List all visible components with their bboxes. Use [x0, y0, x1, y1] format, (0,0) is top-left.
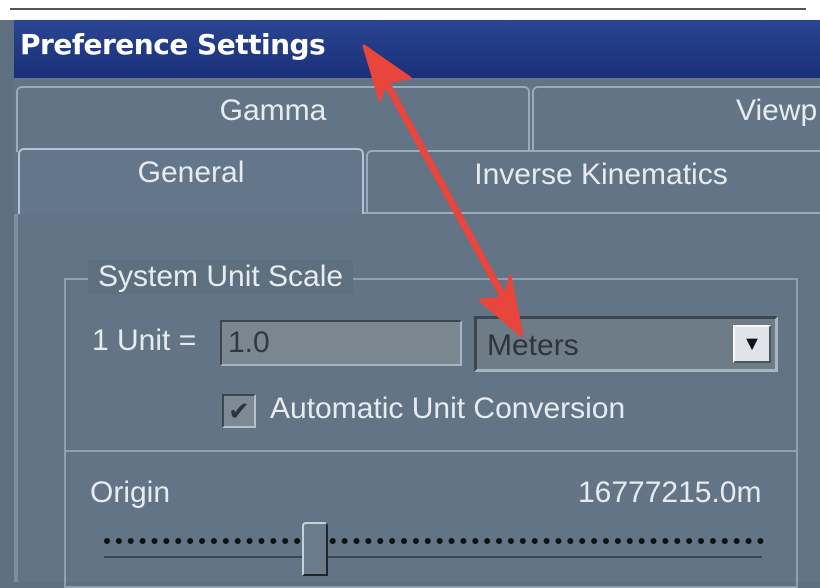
origin-slider-track[interactable] — [104, 538, 764, 544]
unit-type-value: Meters — [487, 329, 579, 362]
system-unit-scale-label: System Unit Scale — [88, 260, 354, 294]
tab-gamma[interactable]: Gamma — [16, 86, 530, 152]
tab-general-label: General — [137, 156, 245, 189]
window-title: Preference Settings — [20, 28, 326, 61]
group-separator — [64, 450, 798, 452]
unit-label: 1 Unit = — [92, 324, 197, 357]
top-strip — [0, 0, 820, 20]
chevron-down-icon[interactable]: ▼ — [733, 325, 771, 363]
tab-viewport-label: Viewp — [736, 94, 818, 127]
unit-type-select[interactable]: Meters ▼ — [474, 316, 778, 372]
check-icon: ✔ — [228, 396, 250, 426]
tab-viewport[interactable]: Viewp — [532, 86, 820, 152]
origin-slider-thumb[interactable] — [302, 522, 328, 576]
unit-scale-input[interactable]: 1.0 — [220, 320, 462, 366]
tab-general[interactable]: General — [18, 148, 364, 214]
panel-left-edge — [14, 214, 18, 582]
tab-baseline — [364, 212, 820, 214]
origin-label: Origin — [90, 476, 171, 509]
tab-inverse-kinematics[interactable]: Inverse Kinematics — [366, 150, 820, 214]
origin-slider-rail — [104, 556, 762, 558]
title-bar: Preference Settings — [14, 20, 820, 78]
origin-value: 16777215.0m — [578, 476, 762, 509]
auto-unit-conversion-label: Automatic Unit Conversion — [270, 392, 626, 425]
tab-inverse-kinematics-label: Inverse Kinematics — [474, 158, 728, 191]
tab-gamma-label: Gamma — [219, 94, 327, 127]
auto-unit-conversion-checkbox[interactable]: ✔ — [222, 394, 256, 428]
top-divider — [10, 8, 806, 10]
